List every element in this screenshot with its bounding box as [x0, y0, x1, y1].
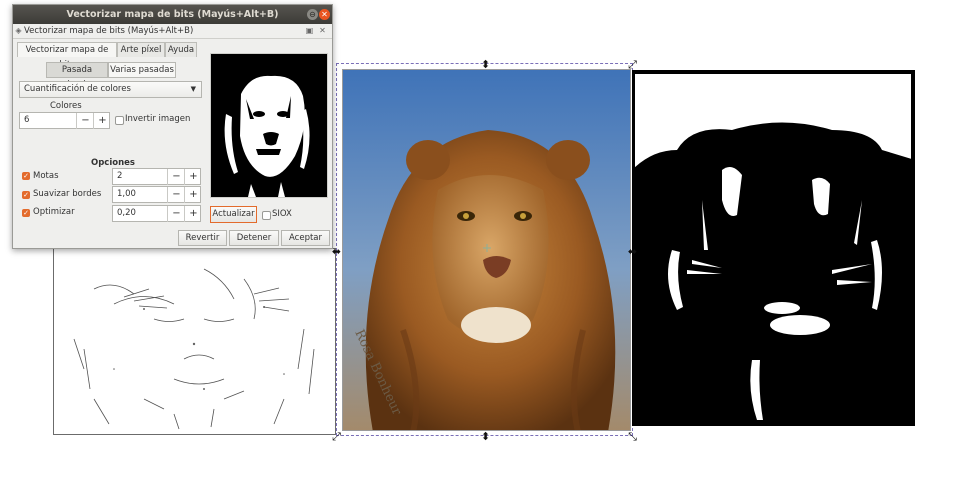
speckles-value: 2 [117, 171, 123, 181]
update-preview-label: Actualizar [212, 209, 255, 219]
trace-result-dark[interactable] [632, 70, 915, 426]
revert-label: Revertir [185, 233, 220, 243]
accept-label: Aceptar [289, 233, 322, 243]
minimize-icon[interactable]: ⊖ [307, 9, 318, 20]
tab-help[interactable]: Ayuda [165, 42, 197, 57]
trace-method-value: Cuantificación de colores [24, 84, 131, 94]
trace-bitmap-icon: ◈ [15, 26, 22, 35]
tab-pixel-art-label: Arte píxel [120, 45, 162, 55]
invert-image-checkbox[interactable] [115, 116, 124, 125]
smooth-corners-decrement-button[interactable]: − [167, 187, 185, 203]
tab-help-label: Ayuda [167, 45, 195, 55]
smooth-corners-increment-button[interactable]: + [184, 187, 202, 203]
dock-toggle-icon[interactable]: ▣ [305, 26, 314, 35]
accept-button[interactable]: Aceptar [281, 230, 330, 246]
siox-checkbox[interactable] [262, 211, 271, 220]
dialog-dock-bar: ◈ Vectorizar mapa de bits (Mayús+Alt+B) … [13, 24, 332, 39]
colors-spinbox[interactable]: 6 − + [19, 112, 110, 129]
preview-image [211, 54, 327, 197]
chevron-down-icon: ▼ [190, 85, 196, 93]
black-lion-trace [632, 70, 915, 426]
speckles-label: Motas [33, 171, 59, 181]
scale-handle-top[interactable]: ⬍ [480, 59, 491, 70]
stop-label: Detener [236, 233, 272, 243]
selection-bounding-box [336, 63, 633, 436]
siox-label: SIOX [272, 209, 292, 219]
scale-handle-right[interactable]: ⬌ [627, 246, 638, 257]
scale-handle-bottom-right[interactable]: ⤡ [627, 431, 638, 442]
dialog-title: Vectorizar mapa de bits (Mayús+Alt+B) [66, 9, 279, 20]
dialog-titlebar[interactable]: Vectorizar mapa de bits (Mayús+Alt+B) ⊖ … [13, 5, 332, 24]
update-preview-button[interactable]: Actualizar [210, 206, 257, 223]
optimize-decrement-button[interactable]: − [167, 206, 185, 222]
close-icon[interactable]: ✕ [319, 9, 330, 20]
single-scan-button[interactable]: Pasada simple [46, 62, 108, 90]
smooth-corners-spinbox[interactable]: 1,00 − + [112, 186, 201, 203]
tab-trace-bitmap[interactable]: Vectorizar mapa de bits [17, 42, 117, 70]
smooth-corners-label: Suavizar bordes [33, 189, 102, 199]
speckles-spinbox[interactable]: 2 − + [112, 168, 201, 185]
scale-handle-bottom[interactable]: ⬍ [480, 431, 491, 442]
faint-lion-trace [73, 268, 315, 430]
dock-close-icon[interactable]: ✕ [318, 26, 327, 35]
scale-handle-bottom-left[interactable]: ⤢ [331, 431, 342, 442]
colors-decrement-button[interactable]: − [76, 113, 94, 129]
colors-increment-button[interactable]: + [93, 113, 111, 129]
tab-pixel-art[interactable]: Arte píxel [117, 42, 165, 57]
optimize-label: Optimizar [33, 207, 75, 217]
smooth-corners-checkbox[interactable]: ✓ [22, 191, 30, 199]
colors-value: 6 [24, 115, 30, 125]
speckles-decrement-button[interactable]: − [167, 169, 185, 185]
stop-button[interactable]: Detener [229, 230, 279, 246]
optimize-spinbox[interactable]: 0,20 − + [112, 205, 201, 222]
speckles-increment-button[interactable]: + [184, 169, 202, 185]
smooth-corners-value: 1,00 [117, 189, 136, 199]
scale-handle-top-right[interactable]: ⤢ [627, 59, 638, 70]
multiple-scans-button[interactable]: Varias pasadas [108, 62, 176, 78]
dock-title: Vectorizar mapa de bits (Mayús+Alt+B) [24, 26, 194, 36]
colors-label: Colores [50, 101, 82, 111]
trace-method-select[interactable]: Cuantificación de colores ▼ [19, 81, 202, 98]
trace-bitmap-dialog: Vectorizar mapa de bits (Mayús+Alt+B) ⊖ … [12, 4, 333, 249]
optimize-increment-button[interactable]: + [184, 206, 202, 222]
options-heading: Opciones [91, 158, 135, 168]
optimize-checkbox[interactable]: ✓ [22, 209, 30, 217]
optimize-value: 0,20 [117, 208, 136, 218]
revert-button[interactable]: Revertir [178, 230, 227, 246]
speckles-checkbox[interactable]: ✓ [22, 172, 30, 180]
multiple-scans-label: Varias pasadas [110, 65, 174, 75]
invert-image-label: Invertir imagen [125, 114, 191, 124]
trace-preview [210, 53, 328, 198]
trace-result-light[interactable] [53, 248, 336, 435]
